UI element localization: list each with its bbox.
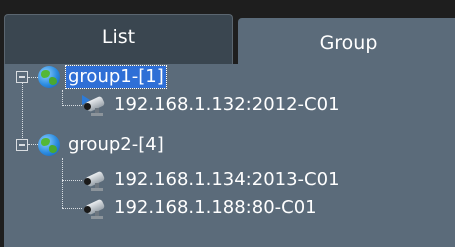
tab-group[interactable]: Group [238,18,455,64]
camera-playing-icon [82,94,106,116]
tree-device-node[interactable]: 192.168.1.134:2013-C01 [82,167,342,193]
group-label: group2-[4] [68,134,164,155]
tree-guide-line [62,180,82,181]
tab-list-label: List [101,25,136,48]
tree-device-node[interactable]: 192.168.1.132:2012-C01 [82,92,342,118]
tree-device-node[interactable]: 192.168.1.188:80-C01 [82,195,319,221]
tree-guide-line [28,77,38,78]
tree-group-node[interactable]: group2-[4] [38,132,166,158]
tree-guide-line [62,90,63,106]
camera-icon [82,197,106,219]
device-label: 192.168.1.134:2013-C01 [114,169,340,190]
tab-bar: List Group [4,14,455,64]
tab-list[interactable]: List [4,14,233,64]
tree-guide-line [28,144,38,145]
device-label: 192.168.1.132:2012-C01 [114,94,340,115]
group-label: group1-[1] [65,65,167,89]
tree-guide-line [62,105,82,106]
group-tree: group1-[1] 192.168.1.132:2012-C01 group2… [4,64,455,247]
globe-icon [38,134,60,156]
device-panel: List Group group1-[1] 192.168.1.132:2012… [0,0,455,247]
tree-guide-line [62,158,63,208]
tab-group-label: Group [319,32,378,54]
device-label: 192.168.1.188:80-C01 [114,197,317,218]
tree-guide-line [22,78,23,144]
camera-icon [82,169,106,191]
collapse-toggle[interactable] [16,139,28,151]
tree-guide-line [62,208,82,209]
collapse-toggle[interactable] [16,71,28,83]
tree-group-node[interactable]: group1-[1] [38,64,167,90]
globe-icon [38,66,60,88]
